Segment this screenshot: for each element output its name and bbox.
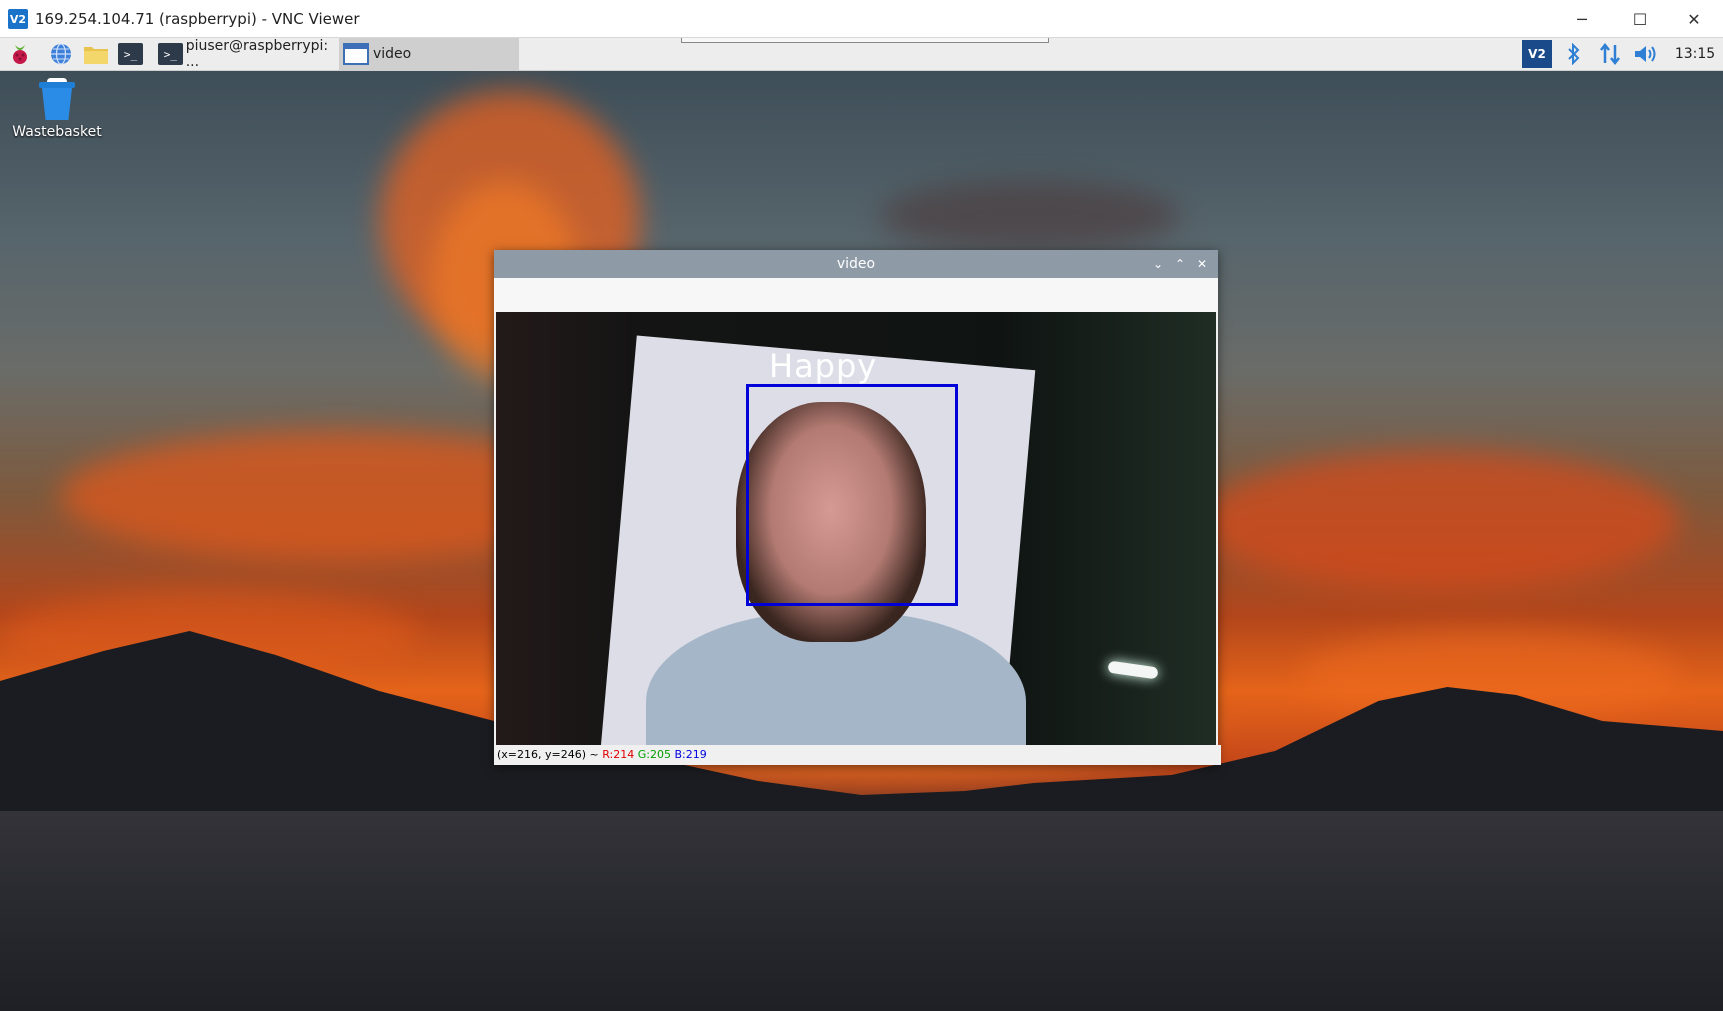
wastebasket-icon (39, 78, 75, 120)
bluetooth-icon[interactable] (1562, 38, 1586, 70)
camera-frame[interactable]: Happy (496, 312, 1216, 745)
vnc-logo-icon: V2 (8, 9, 28, 29)
pixel-blue-value: B:219 (674, 748, 707, 761)
file-manager-icon[interactable] (82, 41, 110, 67)
pixel-green-value: G:205 (637, 748, 671, 761)
task-video[interactable]: video (339, 38, 519, 70)
terminal-icon[interactable]: >_ (118, 41, 146, 67)
vnc-tray-icon[interactable]: V2 (1521, 38, 1553, 70)
vnc-titlebar: V2 169.254.104.71 (raspberrypi) - VNC Vi… (0, 0, 1723, 38)
task-label: video (373, 46, 412, 62)
volume-icon[interactable] (1632, 38, 1660, 70)
video-toolbar (494, 278, 1218, 312)
close-icon[interactable]: ✕ (1193, 254, 1211, 274)
video-titlebar[interactable]: video ⌄ ⌃ ✕ (494, 250, 1218, 278)
close-button[interactable]: ✕ (1665, 0, 1723, 38)
raspberry-menu-icon[interactable] (6, 41, 34, 67)
emotion-label: Happy (769, 347, 878, 385)
window-icon (343, 43, 369, 65)
pixel-red-value: R:214 (602, 748, 635, 761)
maximize-button[interactable]: ☐ (1611, 0, 1669, 38)
video-window: video ⌄ ⌃ ✕ Happy (x=216, y=246) ~ R:214… (494, 250, 1221, 765)
desktop-icon-label: Wastebasket (12, 124, 102, 140)
panel-stub (681, 38, 1049, 43)
pixel-coords: (x=216, y=246) ~ (497, 748, 599, 761)
task-label: piuser@raspberrypi: ... (185, 38, 329, 70)
vnc-window-title: 169.254.104.71 (raspberrypi) - VNC Viewe… (35, 10, 360, 28)
minimize-button[interactable]: ─ (1553, 0, 1611, 38)
chevron-down-icon[interactable]: ⌄ (1149, 254, 1167, 274)
chevron-up-icon[interactable]: ⌃ (1171, 254, 1189, 274)
web-browser-icon[interactable] (47, 41, 75, 67)
pixel-status-bar: (x=216, y=246) ~ R:214 G:205 B:219 (494, 745, 1221, 765)
clock[interactable]: 13:15 (1670, 38, 1720, 70)
terminal-icon: >_ (158, 43, 183, 65)
face-detection-box (746, 384, 958, 606)
wastebasket-desktop-icon[interactable]: Wastebasket (12, 78, 102, 140)
lake (0, 811, 1723, 1011)
network-icon[interactable] (1596, 38, 1624, 70)
video-window-title: video (836, 256, 876, 272)
task-terminal[interactable]: >_ piuser@raspberrypi: ... (158, 38, 338, 70)
ceiling-light (1107, 660, 1159, 680)
